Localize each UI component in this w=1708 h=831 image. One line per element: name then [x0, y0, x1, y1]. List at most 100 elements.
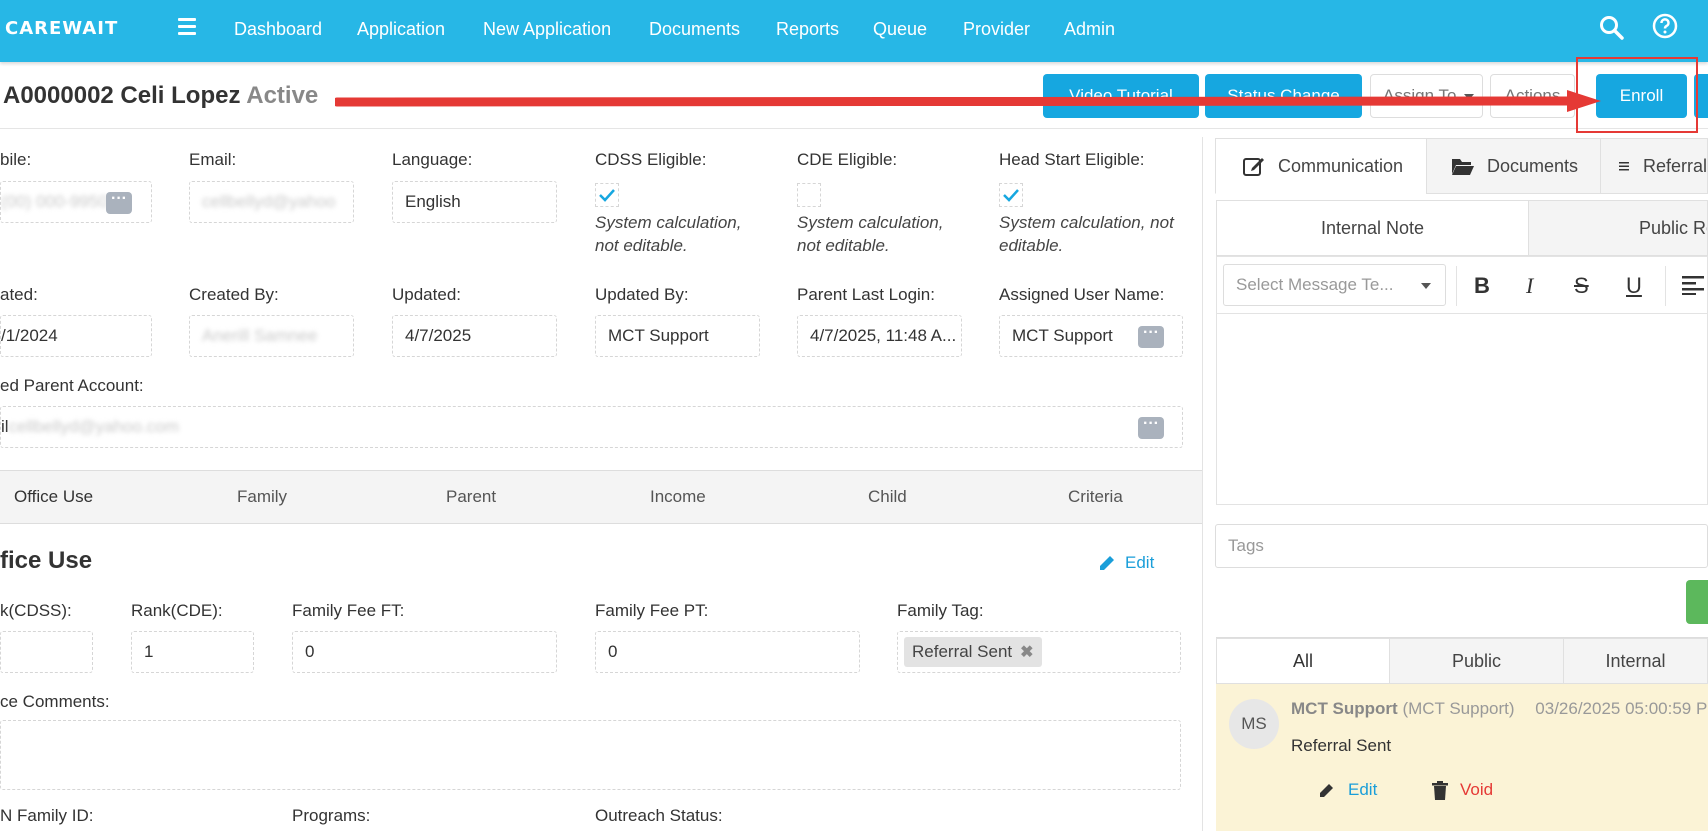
created-label: ated: [0, 285, 38, 304]
linked-parent-account-field[interactable]: il cellbellyd@yahoo.com [0, 406, 1183, 448]
trash-icon [1432, 780, 1448, 800]
linked-parent-account-label: ed Parent Account: [0, 376, 144, 395]
head-start-eligible-label: Head Start Eligible: [999, 150, 1145, 169]
nav-provider[interactable]: Provider [963, 19, 1030, 40]
more-dots-icon[interactable]: ··· [106, 191, 132, 214]
nav-documents[interactable]: Documents [649, 19, 740, 40]
family-fee-ft-label: Family Fee FT: [292, 601, 405, 620]
assigned-user-label: Assigned User Name: [999, 285, 1165, 304]
edit-office-use-link[interactable]: Edit [1097, 553, 1154, 573]
message-template-placeholder: Select Message Te... [1236, 275, 1394, 294]
email-value: cellbellyd@yahoo [202, 192, 336, 211]
pencil-icon [1320, 784, 1333, 797]
created-by-label: Created By: [189, 285, 279, 304]
more-dots-icon[interactable]: ··· [1138, 325, 1164, 348]
note-line: System calculation, [595, 213, 742, 232]
language-field[interactable]: English [392, 181, 557, 223]
family-id-label: N Family ID: [0, 806, 94, 825]
tab-communication[interactable]: Communication [1215, 138, 1427, 194]
application-title: A0000002 Celi Lopez Active [3, 82, 318, 110]
message-header: MCT Support (MCT Support) 03/26/2025 05:… [1291, 699, 1707, 719]
tab-family[interactable]: Family [237, 487, 287, 507]
created-by-value: Anerill Samnee [202, 326, 318, 345]
family-fee-ft-field[interactable]: 0 [292, 631, 557, 673]
family-fee-pt-field[interactable]: 0 [595, 631, 860, 673]
underline-icon[interactable]: U [1626, 273, 1642, 299]
caret-down-icon [1421, 283, 1431, 289]
linked-parent-email: cellbellyd@yahoo.com [8, 417, 179, 436]
more-dots-icon[interactable]: ··· [1138, 416, 1164, 439]
tags-placeholder: Tags [1228, 536, 1264, 555]
list-icon [1619, 162, 1629, 171]
message-void-link[interactable]: Void [1432, 780, 1493, 800]
note-line: System calculation, not [999, 213, 1174, 232]
note-line: System calculation, [797, 213, 944, 232]
tab-referral[interactable]: Referral [1600, 138, 1708, 194]
message-author-role: (MCT Support) [1402, 699, 1515, 718]
tags-input[interactable]: Tags [1215, 524, 1708, 568]
remove-tag-icon[interactable]: ✖ [1020, 642, 1033, 662]
avatar: MS [1229, 699, 1279, 749]
tab-documents[interactable]: Documents [1426, 138, 1601, 194]
programs-label: Programs: [292, 806, 371, 825]
rank-cde-field[interactable]: 1 [131, 631, 254, 673]
nav-application[interactable]: Application [357, 19, 445, 40]
tab-parent[interactable]: Parent [446, 487, 496, 507]
panel-divider [1202, 137, 1203, 831]
tab-referral-label: Referral [1642, 155, 1707, 176]
nav-dashboard[interactable]: Dashboard [234, 19, 322, 40]
created-by-field[interactable]: Anerill Samnee [189, 315, 354, 357]
toolbar-divider [1665, 266, 1666, 306]
help-icon[interactable] [1652, 13, 1678, 39]
office-comments-field[interactable] [0, 720, 1181, 790]
nav-admin[interactable]: Admin [1064, 19, 1115, 40]
message-template-select[interactable]: Select Message Te... [1223, 264, 1446, 306]
bold-icon[interactable]: B [1474, 273, 1490, 299]
logo[interactable]: CAREWAIT [5, 18, 118, 39]
filter-tab-public[interactable]: Public [1389, 638, 1564, 684]
nav-reports[interactable]: Reports [776, 19, 839, 40]
head-start-eligible-checkbox [999, 183, 1023, 207]
family-tag-label: Family Tag: [897, 601, 984, 620]
italic-icon[interactable]: I [1526, 273, 1533, 299]
checkmark-icon [599, 189, 615, 202]
hamburger-menu-icon[interactable] [178, 18, 196, 36]
nav-queue[interactable]: Queue [873, 19, 927, 40]
note-line: not editable. [595, 236, 688, 255]
note-line: not editable. [797, 236, 890, 255]
email-field[interactable]: cellbellyd@yahoo [189, 181, 354, 223]
submit-button[interactable] [1686, 580, 1708, 624]
annotation-highlight-box [1576, 57, 1698, 133]
filter-tab-internal[interactable]: Internal [1563, 638, 1708, 684]
edit-label: Edit [1125, 553, 1155, 572]
parent-last-login-field[interactable]: 4/7/2025, 11:48 A... [797, 315, 962, 357]
tab-criteria[interactable]: Criteria [1068, 487, 1123, 507]
nav-new-application[interactable]: New Application [483, 19, 611, 40]
pencil-icon [1100, 556, 1114, 570]
subtab-public-reply[interactable]: Public Re [1528, 200, 1708, 256]
family-fee-pt-label: Family Fee PT: [595, 601, 709, 620]
align-left-icon[interactable] [1682, 275, 1704, 295]
updated-field[interactable]: 4/7/2025 [392, 315, 557, 357]
filter-tab-all[interactable]: All [1216, 638, 1390, 684]
strikethrough-icon[interactable]: S [1574, 273, 1589, 299]
mobile-value: (00) 000-9950 [1, 192, 108, 211]
created-field[interactable]: /1/2024 [0, 315, 152, 357]
tab-income[interactable]: Income [650, 487, 706, 507]
mobile-label: bile: [0, 150, 32, 169]
tab-office-use[interactable]: Office Use [14, 487, 93, 507]
tag-chip: Referral Sent ✖ [904, 637, 1042, 667]
rank-cde-label: Rank(CDE): [131, 601, 223, 620]
message-edit-link[interactable]: Edit [1318, 780, 1377, 800]
folder-open-icon [1452, 159, 1474, 175]
updated-label: Updated: [392, 285, 461, 304]
cde-eligible-label: CDE Eligible: [797, 150, 898, 169]
checkmark-icon [1003, 189, 1019, 202]
cde-note: System calculation, not editable. [797, 211, 943, 257]
updated-by-label: Updated By: [595, 285, 689, 304]
tab-child[interactable]: Child [868, 487, 907, 507]
rank-cdss-field[interactable] [0, 631, 93, 673]
subtab-internal-note[interactable]: Internal Note [1216, 200, 1529, 256]
search-icon[interactable] [1598, 14, 1626, 42]
updated-by-field[interactable]: MCT Support [595, 315, 760, 357]
